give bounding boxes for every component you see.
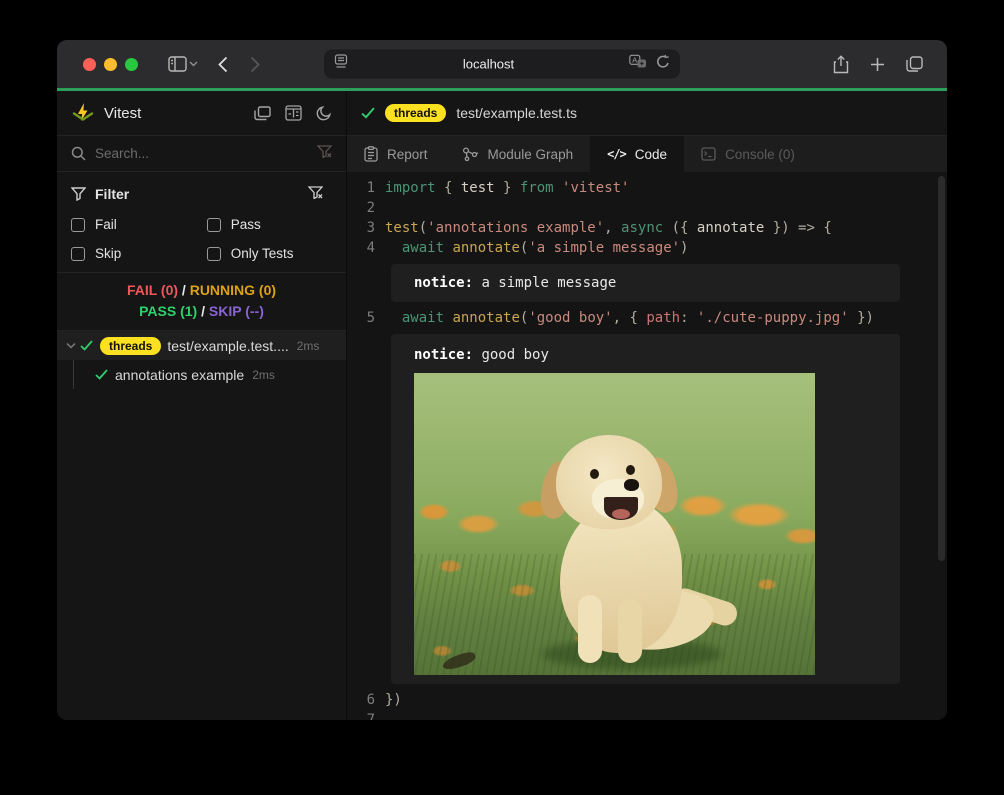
test-case-row[interactable]: annotations example 2ms — [57, 360, 346, 389]
pool-badge: threads — [100, 337, 161, 355]
skip-count: SKIP (--) — [209, 303, 264, 319]
tab-report[interactable]: Report — [347, 136, 445, 172]
tab-bar: Report Module Graph </> Code Console (0) — [347, 136, 947, 172]
tab-module-graph[interactable]: Module Graph — [445, 136, 591, 172]
annotation-notice: notice: a simple message — [391, 264, 900, 302]
page-icon — [334, 54, 348, 75]
zoom-window-button[interactable] — [125, 58, 138, 71]
file-path: test/example.test.ts — [456, 105, 577, 121]
report-icon — [364, 146, 378, 162]
dashboard-icon[interactable] — [285, 105, 302, 121]
chevron-down-icon[interactable] — [189, 61, 198, 67]
annotation-message: good boy — [473, 347, 549, 363]
chevron-down-icon[interactable] — [66, 342, 76, 349]
windows-stack-icon[interactable] — [254, 106, 271, 121]
check-icon — [361, 107, 375, 119]
check-icon — [80, 340, 93, 351]
console-icon — [701, 147, 716, 161]
fail-count: FAIL (0) — [127, 282, 178, 298]
reload-icon[interactable] — [656, 54, 670, 74]
file-header: threads test/example.test.ts — [347, 91, 947, 136]
code-scrollbar[interactable] — [938, 176, 945, 561]
checkbox-fail[interactable]: Fail — [71, 214, 207, 235]
filter-section: Filter Fail Pass Skip Only Tests — [57, 172, 346, 273]
test-file-name: test/example.test.... — [167, 338, 288, 354]
test-tree: threads test/example.test.... 2ms annota… — [57, 331, 346, 720]
main-panel: threads test/example.test.ts Report Modu… — [347, 91, 947, 720]
test-case-name: annotations example — [115, 367, 244, 383]
search-icon — [71, 146, 86, 161]
forward-icon[interactable] — [250, 56, 260, 73]
minimize-window-button[interactable] — [104, 58, 117, 71]
check-icon — [95, 369, 108, 380]
annotation-message: a simple message — [473, 275, 616, 291]
test-duration: 2ms — [252, 368, 275, 382]
search-input[interactable] — [95, 146, 317, 161]
puppy-illustration — [532, 435, 722, 663]
code-icon: </> — [607, 147, 626, 161]
code-editor[interactable]: 1import { test } from 'vitest'23test('an… — [347, 172, 947, 720]
tab-console[interactable]: Console (0) — [684, 136, 812, 172]
sidebar-navbar: Vitest — [57, 91, 346, 136]
pool-badge: threads — [385, 104, 446, 122]
traffic-lights — [83, 58, 138, 71]
svg-text:A: A — [632, 56, 637, 65]
running-count: RUNNING (0) — [190, 282, 276, 298]
svg-text:✦: ✦ — [639, 60, 645, 68]
app-title: Vitest — [104, 105, 141, 122]
tab-overview-icon[interactable] — [906, 56, 923, 72]
indent-guide — [73, 360, 74, 389]
browser-toolbar: localhost A✦ — [57, 40, 947, 88]
url-text: localhost — [348, 57, 629, 72]
checkbox-box[interactable] — [71, 247, 85, 261]
filter-clear-icon[interactable] — [308, 186, 332, 202]
filter-title: Filter — [95, 186, 129, 202]
checkbox-skip[interactable]: Skip — [71, 243, 207, 264]
tab-code[interactable]: </> Code — [590, 136, 684, 172]
checkbox-box[interactable] — [207, 247, 221, 261]
vitest-sidebar: Vitest — [57, 91, 347, 720]
translate-icon[interactable]: A✦ — [629, 55, 647, 74]
vitest-logo — [71, 101, 95, 125]
pass-count: PASS (1) — [139, 303, 197, 319]
share-icon[interactable] — [833, 55, 849, 74]
sidebar-toggle-icon[interactable] — [168, 56, 187, 72]
test-file-row[interactable]: threads test/example.test.... 2ms — [57, 331, 346, 360]
url-bar[interactable]: localhost A✦ — [324, 50, 680, 79]
browser-window: localhost A✦ — [57, 40, 947, 720]
test-duration: 2ms — [297, 339, 320, 353]
annotation-notice: notice: good boy — [391, 334, 900, 684]
code-segment: 1import { test } from 'vitest'23test('an… — [357, 178, 947, 258]
search-bar — [57, 136, 346, 172]
module-graph-icon — [462, 147, 479, 162]
annotation-label: notice: — [414, 275, 473, 291]
checkbox-only-tests[interactable]: Only Tests — [207, 243, 332, 264]
filter-clear-icon[interactable] — [317, 145, 332, 163]
checkbox-box[interactable] — [207, 218, 221, 232]
annotation-label: notice: — [414, 347, 473, 363]
back-icon[interactable] — [218, 56, 228, 73]
checkbox-box[interactable] — [71, 218, 85, 232]
test-summary: FAIL (0) / RUNNING (0) PASS (1) / SKIP (… — [57, 273, 346, 331]
moon-icon[interactable] — [316, 105, 332, 121]
filter-icon — [71, 187, 86, 201]
code-segment: 5 await annotate('good boy', { path: './… — [357, 308, 947, 328]
close-window-button[interactable] — [83, 58, 96, 71]
code-segment: 6})7 — [357, 690, 947, 720]
new-tab-icon[interactable] — [870, 57, 885, 72]
checkbox-pass[interactable]: Pass — [207, 214, 332, 235]
cute-puppy-photo — [414, 373, 815, 675]
